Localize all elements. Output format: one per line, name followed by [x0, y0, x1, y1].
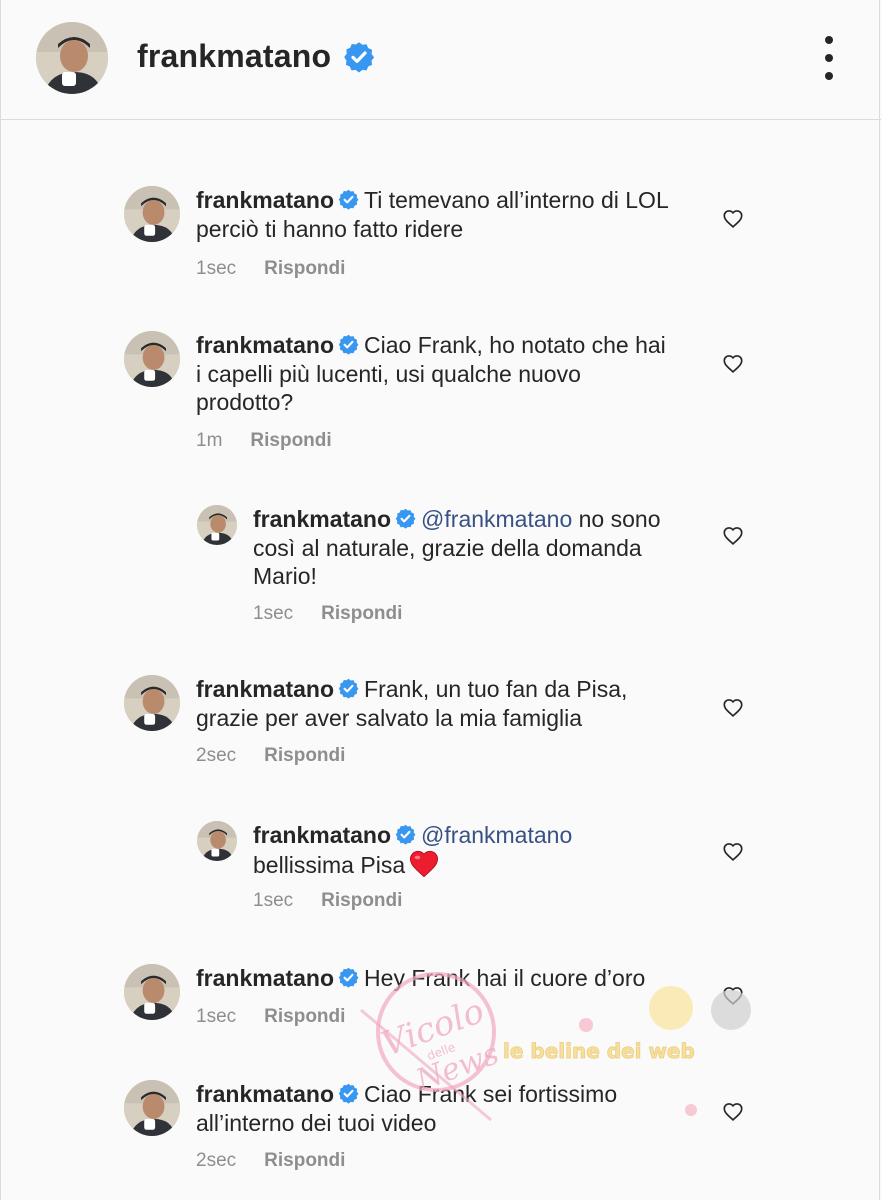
- comment-username[interactable]: frankmatano: [196, 676, 334, 702]
- heart-outline-icon[interactable]: [722, 353, 744, 375]
- reply-button[interactable]: Rispondi: [264, 745, 345, 767]
- comment-meta: 1m Rispondi: [196, 430, 332, 452]
- mention-link[interactable]: @frankmatano: [421, 506, 572, 532]
- header-username-row: frankmatano: [137, 38, 375, 75]
- comment-username[interactable]: frankmatano: [196, 1081, 334, 1107]
- verified-badge-icon: [338, 189, 359, 210]
- comment-timestamp: 2sec: [196, 745, 237, 766]
- comment-timestamp: 1sec: [196, 1006, 237, 1027]
- comment-meta: 1sec Rispondi: [196, 258, 345, 280]
- comment-body: frankmatano @frankmatano bellissima Pisa: [253, 821, 673, 879]
- verified-badge-icon: [395, 824, 416, 845]
- comment-body: frankmatano @frankmatano no sono così al …: [253, 505, 673, 591]
- verified-badge-icon: [343, 41, 375, 73]
- watermark-text: le beline dei web: [503, 1039, 695, 1063]
- heart-outline-icon[interactable]: [722, 525, 744, 547]
- more-options-button[interactable]: [816, 36, 842, 80]
- comment-username[interactable]: frankmatano: [196, 187, 334, 213]
- comment-body: frankmatano Ti temevano all’interno di LO…: [196, 186, 676, 243]
- verified-badge-icon: [338, 1083, 359, 1104]
- comment-timestamp: 1sec: [253, 890, 294, 911]
- comment-text: bellissima Pisa: [253, 851, 406, 878]
- avatar[interactable]: [124, 186, 180, 242]
- comment-username[interactable]: frankmatano: [196, 332, 334, 358]
- watermark-line2: delle: [425, 1040, 457, 1063]
- comment-meta: 1sec Rispondi: [196, 1006, 345, 1028]
- comment-body: frankmatano Ciao Frank, ho notato che hai…: [196, 331, 676, 417]
- watermark-line1: Vicolo: [376, 991, 489, 1065]
- avatar[interactable]: [124, 964, 180, 1020]
- post-header: frankmatano: [1, 0, 881, 120]
- verified-badge-icon: [395, 508, 416, 529]
- comment-timestamp: 2sec: [196, 1150, 237, 1171]
- more-vertical-icon: [825, 36, 833, 44]
- heart-outline-icon[interactable]: [722, 208, 744, 230]
- comment-text: Hey Frank hai il cuore d’oro: [364, 965, 646, 991]
- reply-button[interactable]: Rispondi: [250, 430, 331, 452]
- reply-button[interactable]: Rispondi: [264, 1006, 345, 1028]
- red-heart-emoji-icon: [409, 850, 439, 878]
- heart-outline-icon[interactable]: [722, 985, 744, 1007]
- comment-meta: 2sec Rispondi: [196, 745, 345, 767]
- comment-meta: 2sec Rispondi: [196, 1150, 345, 1172]
- comment-body: frankmatano Hey Frank hai il cuore d’oro: [196, 964, 676, 993]
- avatar[interactable]: [36, 22, 108, 94]
- avatar[interactable]: [124, 331, 180, 387]
- comment-body: frankmatano Ciao Frank sei fortissimo all…: [196, 1080, 676, 1137]
- comment-timestamp: 1sec: [196, 258, 237, 279]
- reply-button[interactable]: Rispondi: [264, 1150, 345, 1172]
- heart-outline-icon[interactable]: [722, 697, 744, 719]
- reply-button[interactable]: Rispondi: [321, 603, 402, 625]
- comment-meta: 1sec Rispondi: [253, 890, 402, 912]
- reply-button[interactable]: Rispondi: [264, 258, 345, 280]
- comment-body: frankmatano Frank, un tuo fan da Pisa, gr…: [196, 675, 676, 732]
- heart-outline-icon[interactable]: [722, 1101, 744, 1123]
- comment-username[interactable]: frankmatano: [253, 506, 391, 532]
- comment-timestamp: 1sec: [253, 603, 294, 624]
- mention-link[interactable]: @frankmatano: [421, 822, 572, 848]
- verified-badge-icon: [338, 678, 359, 699]
- comment-timestamp: 1m: [196, 430, 223, 451]
- heart-outline-icon[interactable]: [722, 841, 744, 863]
- avatar[interactable]: [197, 505, 237, 545]
- header-username[interactable]: frankmatano: [137, 38, 331, 75]
- comment-meta: 1sec Rispondi: [253, 603, 402, 625]
- avatar[interactable]: [197, 821, 237, 861]
- comment-username[interactable]: frankmatano: [196, 965, 334, 991]
- reply-button[interactable]: Rispondi: [321, 890, 402, 912]
- comments-page: frankmatano frankmatano Ti temevano all’i…: [0, 0, 881, 1200]
- verified-badge-icon: [338, 334, 359, 355]
- comment-username[interactable]: frankmatano: [253, 822, 391, 848]
- avatar[interactable]: [124, 1080, 180, 1136]
- verified-badge-icon: [338, 967, 359, 988]
- avatar[interactable]: [124, 675, 180, 731]
